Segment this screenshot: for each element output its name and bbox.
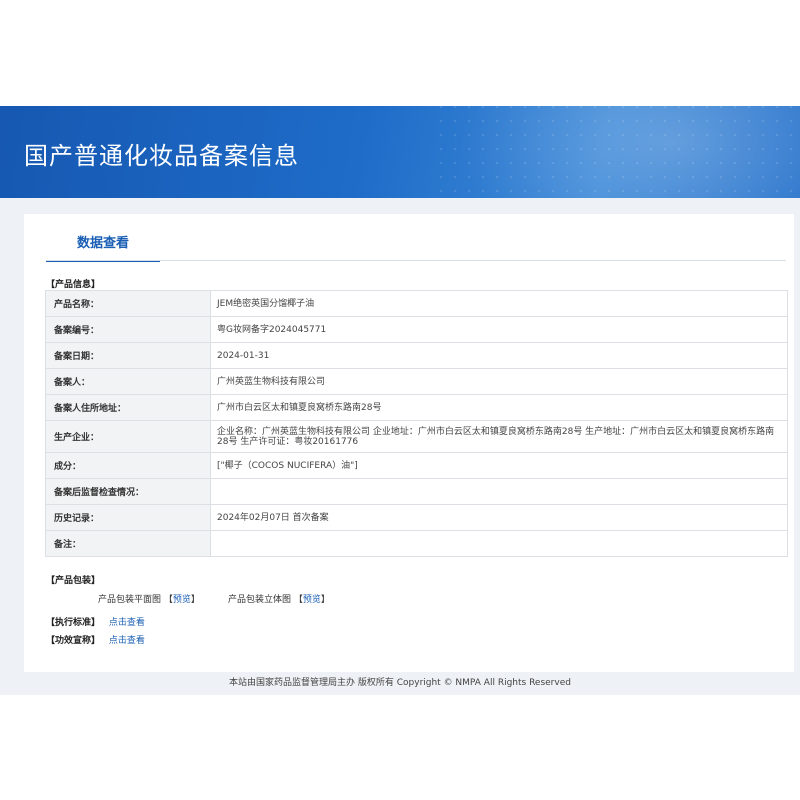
footer-copyright: 本站由国家药品监督管理局主办 版权所有 Copyright © NMPA All… (229, 678, 571, 688)
table-row: 历史记录： 2024年02月07日 首次备案 (45, 504, 788, 531)
standard-row: 【执行标准】 点击查看 (46, 615, 145, 628)
product-info-title: 【产品信息】 (46, 280, 101, 290)
table-row: 成分： ["椰子（COCOS NUCIFERA）油"] (45, 452, 788, 479)
page-title: 国产普通化妆品备案信息 (24, 142, 299, 170)
row-value (210, 530, 788, 557)
row-label: 备案日期： (45, 342, 211, 369)
main-panel: 数据查看 【产品信息】 产品名称： JEM绝密英国分馏椰子油 备案编号： 粤G妆… (24, 214, 794, 672)
row-label: 备案后监督检查情况： (45, 478, 211, 505)
row-label: 历史记录： (45, 504, 211, 531)
standard-label: 【执行标准】 (46, 618, 101, 628)
table-row: 产品名称： JEM绝密英国分馏椰子油 (45, 290, 788, 317)
table-row: 生产企业： 企业名称：广州英蓝生物科技有限公司 企业地址：广州市白云区太和镇夏良… (45, 420, 788, 453)
packaging-solid-label: 产品包装立体图 (228, 595, 292, 605)
row-label: 备案人住所地址： (45, 394, 211, 421)
row-label: 备注： (45, 530, 211, 557)
row-value: 2024-01-31 (210, 342, 788, 369)
packaging-solid-preview-link[interactable]: 预览 (303, 595, 321, 605)
row-value (210, 478, 788, 505)
packaging-flat-preview-link[interactable]: 预览 (173, 595, 191, 605)
table-row: 备案人住所地址： 广州市白云区太和镇夏良窝桥东路南28号 (45, 394, 788, 421)
table-row: 备案编号： 粤G妆网备字2024045771 (45, 316, 788, 343)
tab-data-view[interactable]: 数据查看 (46, 232, 160, 262)
row-value: 粤G妆网备字2024045771 (210, 316, 788, 343)
efficacy-row: 【功效宣称】 点击查看 (46, 633, 145, 646)
efficacy-view-link[interactable]: 点击查看 (109, 636, 145, 646)
table-row: 备注： (45, 530, 788, 557)
row-value: 广州英蓝生物科技有限公司 (210, 368, 788, 395)
row-value: ["椰子（COCOS NUCIFERA）油"] (210, 452, 788, 479)
row-value: JEM绝密英国分馏椰子油 (210, 290, 788, 317)
standard-view-link[interactable]: 点击查看 (109, 618, 145, 628)
packaging-solid: 产品包装立体图 【预览】 (228, 595, 330, 605)
product-info-table: 产品名称： JEM绝密英国分馏椰子油 备案编号： 粤G妆网备字202404577… (45, 290, 788, 557)
row-label: 备案编号： (45, 316, 211, 343)
table-row: 备案人： 广州英蓝生物科技有限公司 (45, 368, 788, 395)
efficacy-label: 【功效宣称】 (46, 636, 101, 646)
tab-label: 数据查看 (76, 236, 129, 251)
row-label: 产品名称： (45, 290, 211, 317)
row-label: 备案人： (45, 368, 211, 395)
row-label: 成分： (45, 452, 211, 479)
row-value: 广州市白云区太和镇夏良窝桥东路南28号 (210, 394, 788, 421)
table-row: 备案后监督检查情况： (45, 478, 788, 505)
tab-divider (46, 260, 786, 261)
packaging-flat-label: 产品包装平面图 (98, 595, 162, 605)
row-value: 2024年02月07日 首次备案 (210, 504, 788, 531)
page-banner: 国产普通化妆品备案信息 (0, 106, 800, 198)
packaging-flat: 产品包装平面图 【预览】 (98, 595, 200, 605)
row-value: 企业名称：广州英蓝生物科技有限公司 企业地址：广州市白云区太和镇夏良窝桥东路南2… (210, 420, 788, 453)
row-label: 生产企业： (45, 420, 211, 453)
table-row: 备案日期： 2024-01-31 (45, 342, 788, 369)
packaging-title: 【产品包装】 (46, 576, 101, 586)
